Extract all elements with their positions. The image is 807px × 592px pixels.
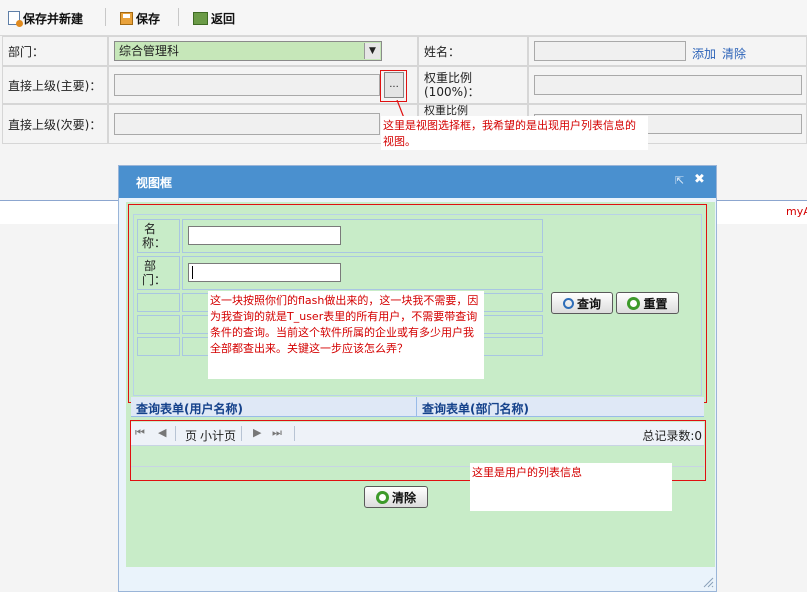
toolbar-divider bbox=[178, 8, 179, 26]
superior-main-input[interactable] bbox=[114, 74, 380, 96]
weight-label-percent: (100%)： bbox=[424, 85, 480, 99]
back-button[interactable]: 返回 bbox=[193, 8, 235, 28]
dept-label: 部门： bbox=[2, 36, 108, 66]
refresh-icon bbox=[375, 490, 389, 504]
save-and-new-button[interactable]: 保存并新建 bbox=[8, 8, 83, 28]
name-input[interactable] bbox=[534, 41, 686, 61]
dialog-title: 视图框 bbox=[136, 176, 173, 190]
search-annotation: 这一块按照你们的flash做出来的，这一块我不需要，因为我查询的就是T_user… bbox=[208, 291, 484, 379]
dialog-header: 视图框 ⇱ ✖ bbox=[119, 166, 716, 198]
add-link[interactable]: 添加 bbox=[692, 45, 716, 62]
dept-select[interactable]: 综合管理科 ▼ bbox=[114, 41, 382, 61]
annotation-highlight bbox=[380, 70, 407, 102]
weight-label-cell: 权重比例 (100%)： bbox=[418, 66, 528, 104]
save-icon bbox=[120, 11, 133, 25]
superior-sub-label: 直接上级(次要)： bbox=[2, 104, 108, 144]
band-text: myA bbox=[786, 205, 807, 218]
back-icon bbox=[193, 11, 208, 25]
toolbar: 保存并新建 保存 返回 bbox=[0, 0, 807, 36]
col-user-name[interactable]: 查询表单(用户名称) bbox=[136, 400, 243, 417]
superior-main-label: 直接上级(主要)： bbox=[2, 66, 108, 104]
chevron-down-icon[interactable]: ▼ bbox=[364, 43, 380, 59]
superior-sub-input[interactable] bbox=[114, 113, 380, 135]
weight-sub-label: 权重比例 bbox=[424, 104, 468, 117]
clear-button[interactable]: 清除 bbox=[364, 486, 428, 508]
save-button[interactable]: 保存 bbox=[120, 8, 160, 28]
picker-annotation: 这里是视图选择框，我希望的是出现用户列表信息的视图。 bbox=[381, 116, 648, 150]
weight-input[interactable] bbox=[534, 75, 802, 95]
new-document-icon bbox=[8, 11, 23, 27]
resize-grip-icon[interactable] bbox=[702, 576, 714, 588]
weight-label: 权重比例 bbox=[424, 71, 473, 85]
list-annotation: 这里是用户的列表信息 bbox=[470, 463, 672, 511]
grid-column-divider bbox=[416, 397, 417, 417]
grid-header: 查询表单(用户名称) 查询表单(部门名称) bbox=[131, 397, 704, 417]
close-icon[interactable]: ✖ bbox=[694, 172, 705, 187]
name-label: 姓名： bbox=[418, 36, 528, 66]
col-dept-name[interactable]: 查询表单(部门名称) bbox=[422, 400, 529, 417]
restore-icon[interactable]: ⇱ bbox=[675, 174, 684, 187]
clear-link[interactable]: 清除 bbox=[722, 45, 746, 62]
toolbar-divider bbox=[105, 8, 106, 26]
